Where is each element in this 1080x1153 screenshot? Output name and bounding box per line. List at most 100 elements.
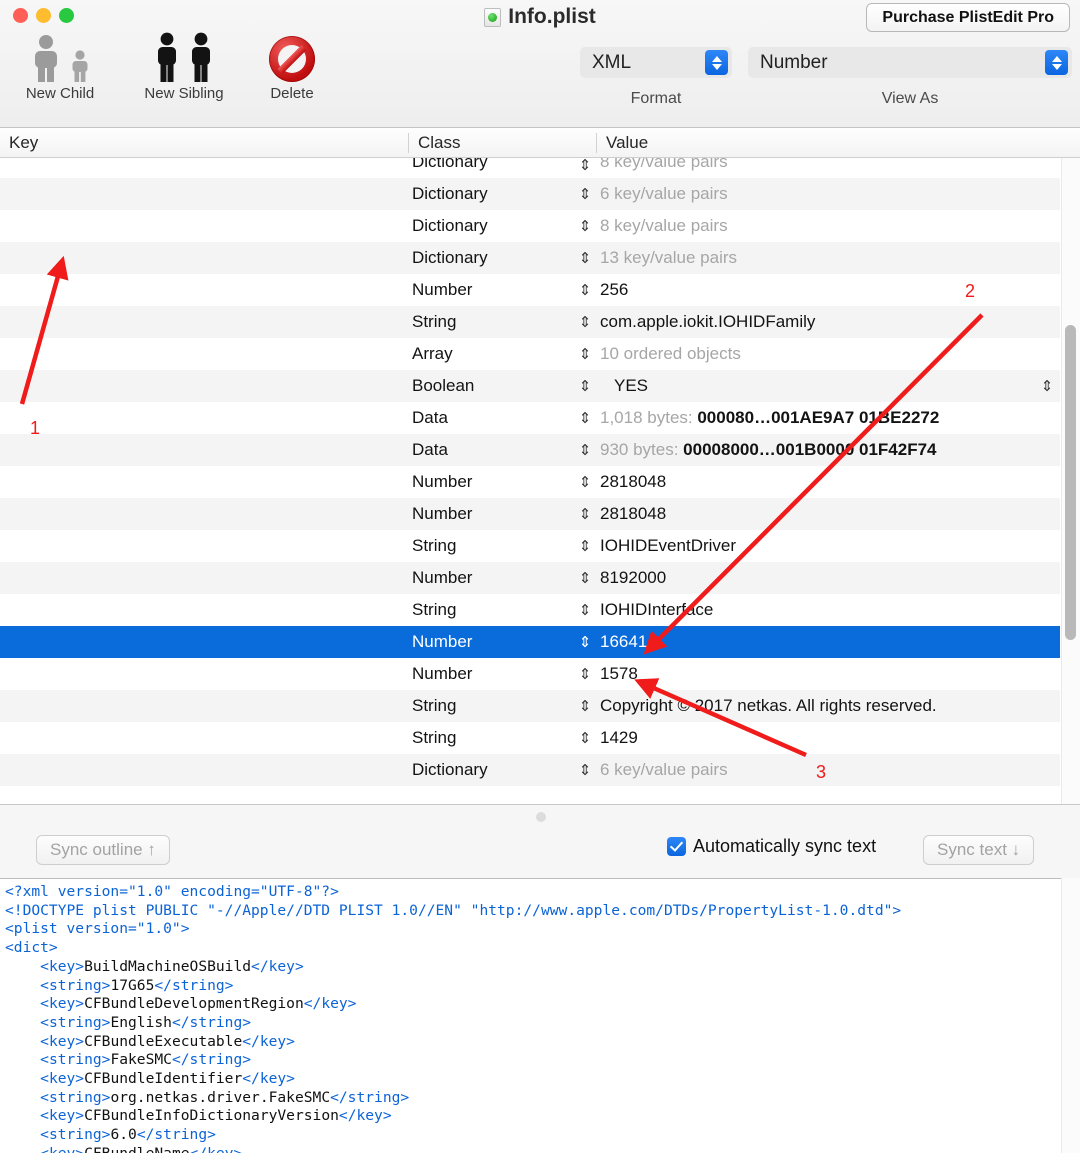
table-row[interactable]: AppleHIDMouseVersionNumber⇕256 xyxy=(0,274,1060,306)
row-class-cell[interactable]: Number xyxy=(412,664,582,684)
table-row[interactable]: VendorIDNumber⇕1578 xyxy=(0,658,1060,690)
row-value-cell[interactable]: 13 key/value pairs xyxy=(600,248,1055,268)
row-value-cell[interactable]: 6 key/value pairs xyxy=(600,760,1055,780)
xml-scrollbar-track[interactable] xyxy=(1061,878,1080,1153)
table-row[interactable]: NSHumanReadableCopyrightString⇕Copyright… xyxy=(0,690,1060,722)
row-class-cell[interactable]: Dictionary xyxy=(412,184,582,204)
value-stepper-icon[interactable]: ⇕ xyxy=(578,667,592,682)
row-class-cell[interactable]: String xyxy=(412,728,582,748)
row-class-cell[interactable]: Dictionary xyxy=(412,760,582,780)
row-value-cell[interactable]: 8 key/value pairs xyxy=(600,216,1055,236)
row-value-cell[interactable]: 8 key/value pairs xyxy=(600,158,1055,176)
purchase-button[interactable]: Purchase PlistEdit Pro xyxy=(866,3,1070,32)
row-class-cell[interactable]: Dictionary xyxy=(412,248,582,268)
row-class-cell[interactable]: Data xyxy=(412,408,582,428)
column-header-key[interactable]: Key xyxy=(0,128,38,158)
value-stepper-icon[interactable]: ⇕ xyxy=(578,763,592,778)
value-stepper-icon[interactable]: ⇕ xyxy=(578,443,592,458)
table-row[interactable]: HIDScrollAccelerationTableXData⇕930 byte… xyxy=(0,434,1060,466)
table-row[interactable]: IOClassString⇕IOHIDEventDriver xyxy=(0,530,1060,562)
table-row[interactable]: ›OSBundleLibrariesDictionary⇕6 key/value… xyxy=(0,754,1060,786)
value-stepper-icon[interactable]: ⇕ xyxy=(578,251,592,266)
value-stepper-icon[interactable]: ⇕ xyxy=(578,187,592,202)
row-value-cell[interactable]: 2818048 xyxy=(600,504,1055,524)
sync-outline-button[interactable]: Sync outline ↑ xyxy=(36,835,170,865)
value-stepper-icon[interactable]: ⇕ xyxy=(578,411,592,426)
value-stepper-icon[interactable]: ⇕ xyxy=(578,379,592,394)
row-class-cell[interactable]: Number xyxy=(412,504,582,524)
value-stepper-icon[interactable]: ⇕ xyxy=(578,475,592,490)
table-scrollbar-track[interactable] xyxy=(1061,158,1080,804)
value-stepper-icon[interactable]: ⇕ xyxy=(578,315,592,330)
format-popup[interactable]: XML xyxy=(580,47,732,78)
row-value-cell[interactable]: 2818048 xyxy=(600,472,1055,492)
value-stepper-icon[interactable]: ⇕ xyxy=(578,507,592,522)
row-class-cell[interactable]: Number xyxy=(412,568,582,588)
value-stepper-icon[interactable]: ⇕ xyxy=(578,158,592,173)
row-value-cell[interactable]: IOHIDEventDriver xyxy=(600,536,1055,556)
row-class-cell[interactable]: Number xyxy=(412,472,582,492)
new-child-button[interactable]: New Child xyxy=(0,32,120,102)
table-row[interactable]: ›HIDAccelCurvesArray⇕10 ordered objects xyxy=(0,338,1060,370)
table-row[interactable]: ProductIDNumber⇕16641 xyxy=(0,626,1060,658)
table-row[interactable]: HIDDisallowRe…OfPrimaryClickBoolean⇕YES⇕ xyxy=(0,370,1060,402)
row-value-cell[interactable]: com.apple.iokit.IOHIDFamily xyxy=(600,312,1055,332)
checkbox-checked-icon[interactable] xyxy=(667,837,686,856)
table-row[interactable]: HIDScrollResolutionXNumber⇕2818048 xyxy=(0,498,1060,530)
delete-button[interactable]: Delete xyxy=(232,32,352,102)
row-class-cell[interactable]: String xyxy=(412,696,582,716)
xml-source-editor[interactable]: <?xml version="1.0" encoding="UTF-8"?> <!… xyxy=(0,878,1080,1153)
row-class-cell[interactable]: Array xyxy=(412,344,582,364)
row-value-cell[interactable]: 1578 xyxy=(600,664,1055,684)
row-class-cell[interactable]: String xyxy=(412,536,582,556)
row-value-cell[interactable]: 1429 xyxy=(600,728,1055,748)
row-value-cell[interactable]: 16641 xyxy=(600,632,1055,652)
value-stepper-icon[interactable]: ⇕ xyxy=(578,539,592,554)
row-class-cell[interactable]: Number xyxy=(412,632,582,652)
table-row[interactable]: ›FakeSMCDictionary⇕8 key/value pairs xyxy=(0,158,1060,178)
value-stepper-icon[interactable]: ⇕ xyxy=(578,347,592,362)
value-stepper-icon[interactable]: ⇕ xyxy=(578,731,592,746)
boolean-stepper-icon[interactable]: ⇕ xyxy=(1040,377,1054,395)
column-header-class[interactable]: Class xyxy=(409,128,461,158)
sync-text-button[interactable]: Sync text ↓ xyxy=(923,835,1035,865)
row-value-cell[interactable]: 930 bytes: 00008000…001B0000 01F42F74 xyxy=(600,440,1055,460)
column-header-value[interactable]: Value xyxy=(597,128,648,158)
row-value-cell[interactable]: Copyright © 2017 netkas. All rights rese… xyxy=(600,696,1055,716)
row-value-cell[interactable]: 1,018 bytes: 000080…001AE9A7 01BE2272 xyxy=(600,408,1055,428)
view-as-popup[interactable]: Number xyxy=(748,47,1072,78)
automatically-sync-text-checkbox[interactable]: Automatically sync text xyxy=(667,836,876,857)
table-row[interactable]: IOHIDScrollReportRateNumber⇕8192000 xyxy=(0,562,1060,594)
row-value-cell[interactable]: 6 key/value pairs xyxy=(600,184,1055,204)
table-row[interactable]: ›FakeSMCKeyStoreDictionary⇕6 key/value p… xyxy=(0,178,1060,210)
row-class-cell[interactable]: String xyxy=(412,312,582,332)
row-class-cell[interactable]: Boolean xyxy=(412,376,582,396)
xml-source-text[interactable]: <?xml version="1.0" encoding="UTF-8"?> <!… xyxy=(5,883,901,1153)
row-value-cell[interactable]: YES xyxy=(600,376,1055,396)
table-row[interactable]: ›WiredMouse-1Dictionary⇕8 key/value pair… xyxy=(0,210,1060,242)
row-value-cell[interactable]: 8192000 xyxy=(600,568,1055,588)
outline-table-body[interactable]: ›FakeSMCDictionary⇕8 key/value pairs›Fak… xyxy=(0,158,1080,804)
row-value-cell[interactable]: 256 xyxy=(600,280,1055,300)
table-scrollbar-thumb[interactable] xyxy=(1065,325,1076,640)
value-stepper-icon[interactable]: ⇕ xyxy=(578,635,592,650)
row-value-cell[interactable]: 10 ordered objects xyxy=(600,344,1055,364)
row-class-cell[interactable]: Dictionary xyxy=(412,158,582,176)
value-stepper-icon[interactable]: ⇕ xyxy=(578,571,592,586)
splitter-grabber[interactable] xyxy=(536,812,546,822)
row-class-cell[interactable]: Dictionary xyxy=(412,216,582,236)
table-row[interactable]: HIDScrollResolutionNumber⇕2818048 xyxy=(0,466,1060,498)
value-stepper-icon[interactable]: ⇕ xyxy=(578,699,592,714)
table-row[interactable]: OSBundleCompatibleVersionString⇕1429 xyxy=(0,722,1060,754)
value-stepper-icon[interactable]: ⇕ xyxy=(578,219,592,234)
value-stepper-icon[interactable]: ⇕ xyxy=(578,283,592,298)
table-row[interactable]: HIDScrollAccelerationTableData⇕1,018 byt… xyxy=(0,402,1060,434)
table-row[interactable]: ⌄WiredMouseAccel-1Dictionary⇕13 key/valu… xyxy=(0,242,1060,274)
row-value-cell[interactable]: IOHIDInterface xyxy=(600,600,1055,620)
row-class-cell[interactable]: String xyxy=(412,600,582,620)
value-stepper-icon[interactable]: ⇕ xyxy=(578,603,592,618)
row-class-cell[interactable]: Number xyxy=(412,280,582,300)
row-class-cell[interactable]: Data xyxy=(412,440,582,460)
new-sibling-button[interactable]: New Sibling xyxy=(124,32,244,102)
table-row[interactable]: CFBundleIdentifierString⇕com.apple.iokit… xyxy=(0,306,1060,338)
